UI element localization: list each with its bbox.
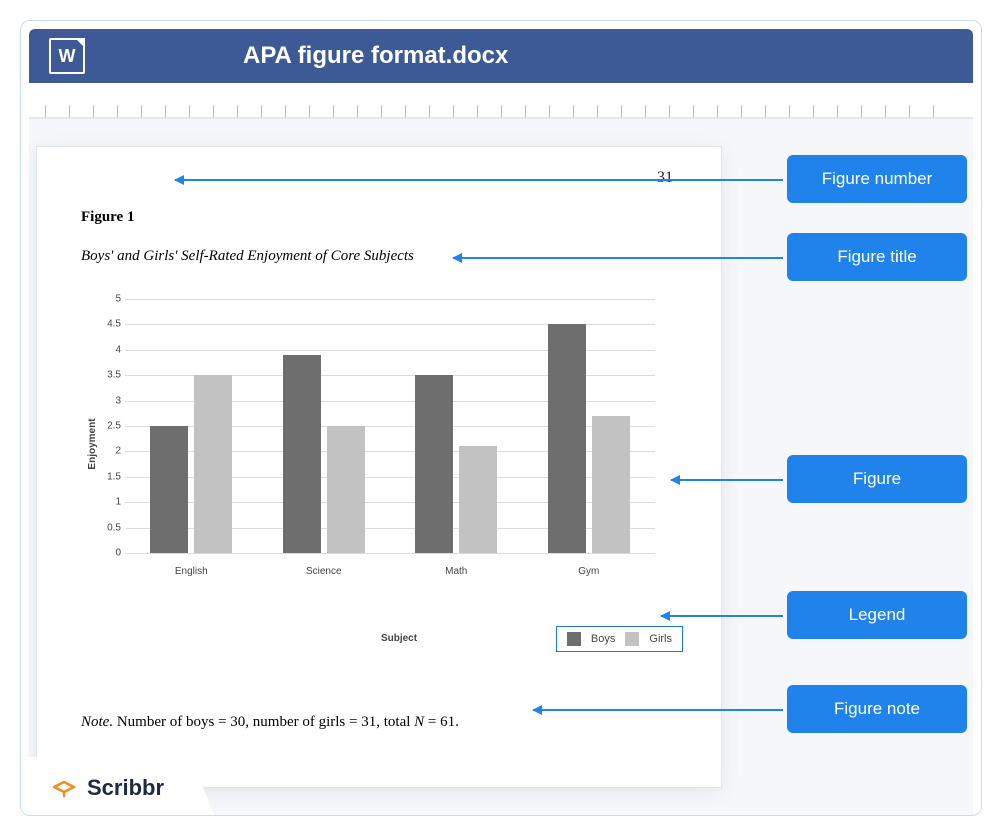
arrow-figure [671, 479, 783, 481]
bar-boys [150, 426, 188, 553]
y-tick-label: 4.5 [95, 319, 121, 330]
bar-boys [415, 375, 453, 553]
document-page: 31 Figure 1 Boys' and Girls' Self-Rated … [37, 147, 721, 787]
y-tick-label: 2 [95, 446, 121, 457]
arrow-figure-note [533, 709, 783, 711]
document-title: APA figure format.docx [243, 42, 953, 70]
x-tick-label: Math [390, 566, 523, 577]
bar-chart: Enjoyment 00.511.522.533.544.55EnglishSc… [81, 299, 661, 589]
x-tick-label: Science [258, 566, 391, 577]
y-tick-label: 2.5 [95, 421, 121, 432]
bar-group: Science [258, 299, 391, 553]
y-tick-label: 5 [95, 294, 121, 305]
y-tick-label: 1 [95, 497, 121, 508]
callout-figure-number: Figure number [787, 155, 967, 203]
bar-group: Math [390, 299, 523, 553]
figure-number: Figure 1 [81, 209, 677, 226]
bar-girls [327, 426, 365, 553]
word-doc-icon: W [49, 38, 85, 74]
bar-boys [283, 355, 321, 553]
titlebar: W APA figure format.docx [29, 29, 973, 83]
callout-legend: Legend [787, 591, 967, 639]
ruler [29, 91, 973, 119]
arrow-figure-title [453, 257, 783, 259]
scribbr-cap-icon [51, 775, 77, 801]
note-n: N [414, 714, 424, 730]
y-tick-label: 3 [95, 395, 121, 406]
figure-note: Note. Number of boys = 30, number of gir… [81, 714, 677, 731]
scribbr-brand-tab: Scribbr [21, 757, 214, 815]
bar-boys [548, 324, 586, 553]
y-tick-label: 1.5 [95, 471, 121, 482]
bar-group: Gym [523, 299, 656, 553]
callout-figure-title: Figure title [787, 233, 967, 281]
x-tick-label: Gym [523, 566, 656, 577]
y-tick-label: 4 [95, 344, 121, 355]
bar-girls [194, 375, 232, 553]
note-label: Note. [81, 714, 113, 730]
arrow-figure-number [175, 179, 783, 181]
bar-group: English [125, 299, 258, 553]
callout-figure: Figure [787, 455, 967, 503]
arrow-legend [661, 615, 783, 617]
bars: EnglishScienceMathGym [125, 299, 655, 553]
chart-legend: Boys Girls [556, 626, 683, 652]
legend-swatch-girls [625, 632, 639, 646]
legend-label-boys: Boys [591, 633, 615, 645]
diagram-container: W APA figure format.docx 31 Figure 1 Boy… [20, 20, 982, 816]
y-tick-label: 0 [95, 548, 121, 559]
legend-swatch-boys [567, 632, 581, 646]
note-tail: = 61. [424, 714, 459, 730]
bar-girls [459, 446, 497, 553]
grid-line [125, 553, 655, 554]
ruler-ticks [29, 91, 973, 117]
scribbr-wordmark: Scribbr [87, 775, 164, 801]
plot-area: 00.511.522.533.544.55EnglishScienceMathG… [125, 299, 655, 553]
y-tick-label: 0.5 [95, 522, 121, 533]
legend-label-girls: Girls [649, 633, 672, 645]
x-tick-label: English [125, 566, 258, 577]
bar-girls [592, 416, 630, 553]
page-number: 31 [657, 169, 673, 187]
y-tick-label: 3.5 [95, 370, 121, 381]
callout-figure-note: Figure note [787, 685, 967, 733]
note-text: Number of boys = 30, number of girls = 3… [113, 714, 414, 730]
